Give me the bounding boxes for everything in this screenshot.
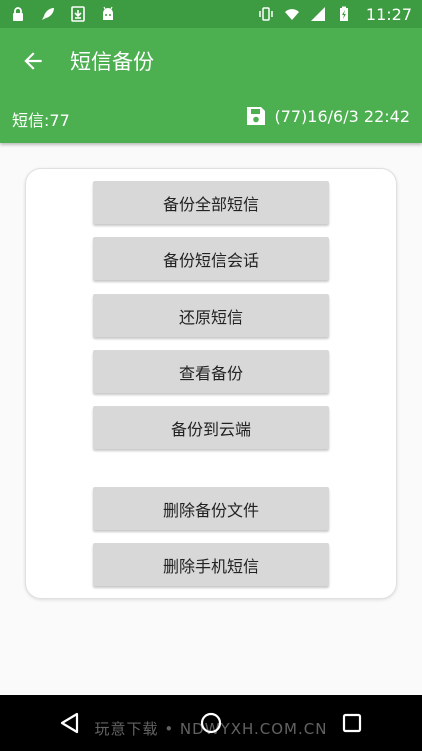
app-bar: 短信备份 短信:77 (77)16/6/3 22:42 xyxy=(0,28,422,143)
nav-home-icon[interactable] xyxy=(198,710,224,736)
back-arrow-icon[interactable] xyxy=(20,48,46,74)
status-left-icons xyxy=(10,6,116,22)
download-icon xyxy=(71,6,85,22)
nav-recents-icon[interactable] xyxy=(339,710,365,736)
sms-count: 短信:77 xyxy=(12,111,70,130)
view-backup-button[interactable]: 查看备份 xyxy=(93,350,329,393)
rocket-icon xyxy=(42,8,54,20)
status-bar: 11:27 xyxy=(0,0,422,28)
backup-conversations-button[interactable]: 备份短信会话 xyxy=(93,237,329,280)
status-right-icons: 11:27 xyxy=(258,5,412,24)
wifi-icon xyxy=(284,9,299,20)
vibrate-icon xyxy=(259,7,273,21)
page-title: 短信备份 xyxy=(70,50,154,74)
actions-card: 备份全部短信 备份短信会话 还原短信 查看备份 备份到云端 删除备份文件 删除手… xyxy=(25,168,397,599)
cell-signal-icon xyxy=(310,7,325,21)
save-icon xyxy=(247,107,266,125)
backup-cloud-button[interactable]: 备份到云端 xyxy=(93,406,329,449)
battery-charging-icon xyxy=(339,6,348,21)
restore-sms-button[interactable]: 还原短信 xyxy=(93,294,329,337)
status-time: 11:27 xyxy=(365,4,412,24)
last-backup-text: (77)16/6/3 22:42 xyxy=(274,106,410,126)
delete-backup-file-button[interactable]: 删除备份文件 xyxy=(93,487,329,530)
navigation-bar xyxy=(0,695,422,751)
backup-all-button[interactable]: 备份全部短信 xyxy=(93,181,329,224)
android-icon xyxy=(103,6,113,20)
nav-back-icon[interactable] xyxy=(57,710,83,736)
delete-phone-sms-button[interactable]: 删除手机短信 xyxy=(93,543,329,586)
lock-icon xyxy=(13,7,23,21)
last-backup-info: (77)16/6/3 22:42 xyxy=(244,104,410,128)
